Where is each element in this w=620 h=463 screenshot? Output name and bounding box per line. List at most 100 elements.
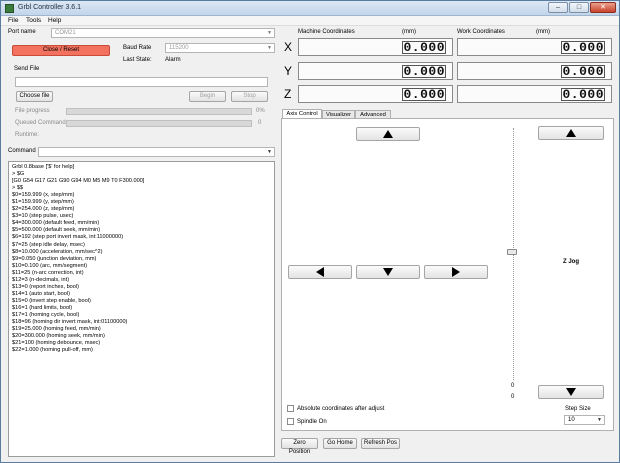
stop-button[interactable]: Stop bbox=[231, 91, 268, 102]
port-name-select[interactable]: COM21 ▼ bbox=[51, 28, 275, 38]
console-line: $8=10.000 (acceleration, mm/sec^2) bbox=[12, 248, 103, 255]
menu-help[interactable]: Help bbox=[48, 17, 61, 24]
machine-x-display: 0.000 bbox=[298, 38, 453, 56]
arrow-up-icon bbox=[383, 130, 393, 138]
console-line: $21=100 (homing debounce, msec) bbox=[12, 340, 101, 347]
absolute-coords-label: Absolute coordinates after adjust bbox=[297, 406, 385, 412]
work-x-display: 0.000 bbox=[457, 38, 612, 56]
window-title: Grbl Controller 3.6.1 bbox=[18, 4, 82, 11]
close-reset-button[interactable]: Close / Reset bbox=[12, 45, 110, 56]
step-size-select[interactable]: 10 ▼ bbox=[564, 415, 605, 425]
machine-z-value: 0.000 bbox=[402, 87, 446, 102]
file-path-input[interactable] bbox=[15, 77, 268, 87]
machine-unit-label: (mm) bbox=[402, 29, 416, 35]
console-line: $4=300.000 (default feed, mm/min) bbox=[12, 220, 100, 227]
main-window: Grbl Controller 3.6.1 – □ ✕ File Tools H… bbox=[0, 0, 620, 463]
arrow-down-icon bbox=[383, 268, 393, 276]
baud-rate-select[interactable]: 115200 ▼ bbox=[165, 43, 275, 53]
work-x-value: 0.000 bbox=[561, 40, 605, 55]
minimize-button[interactable]: – bbox=[548, 2, 568, 13]
z-jog-label: Z Jog bbox=[563, 259, 579, 265]
machine-z-display: 0.000 bbox=[298, 85, 453, 103]
console-line: > $G bbox=[12, 171, 25, 178]
zero-position-button[interactable]: Zero Position bbox=[281, 438, 318, 455]
chevron-down-icon: ▼ bbox=[267, 149, 272, 155]
console-line: $16=1 (hard limits, bool) bbox=[12, 304, 73, 311]
absolute-coords-checkbox[interactable] bbox=[287, 405, 294, 412]
spindle-on-label: Spindle On bbox=[297, 419, 327, 425]
console-line: $17=1 (homing cycle, bool) bbox=[12, 311, 80, 318]
menu-file[interactable]: File bbox=[8, 17, 18, 24]
close-window-button[interactable]: ✕ bbox=[590, 2, 616, 13]
console-line: $1=159.999 (y, step/mm) bbox=[12, 199, 74, 206]
menu-bar: File Tools Help bbox=[1, 16, 619, 26]
runtime-label: Runtime: bbox=[15, 132, 40, 138]
menu-tools[interactable]: Tools bbox=[26, 17, 41, 24]
work-y-value: 0.000 bbox=[561, 64, 605, 79]
console-line: $22=1.000 (homing pull-off, mm) bbox=[12, 347, 93, 354]
console-line: $15=0 (invert step enable, bool) bbox=[12, 297, 91, 304]
console-line: $12=3 (n-decimals, int) bbox=[12, 276, 70, 283]
console-line: $5=500.000 (default seek, mm/min) bbox=[12, 227, 101, 234]
jog-z-minus-button[interactable] bbox=[538, 385, 604, 399]
work-z-value: 0.000 bbox=[561, 87, 605, 102]
axis-label-z: Z bbox=[284, 87, 292, 101]
machine-y-display: 0.000 bbox=[298, 62, 453, 80]
chevron-down-icon: ▼ bbox=[597, 417, 602, 423]
jog-x-minus-button[interactable] bbox=[288, 265, 352, 279]
arrow-down-icon bbox=[566, 388, 576, 396]
jog-y-minus-button[interactable] bbox=[356, 265, 420, 279]
console-line: $3=10 (step pulse, usec) bbox=[12, 213, 74, 220]
console-line: $20=300.000 (homing seek, mm/min) bbox=[12, 333, 105, 340]
file-progress-label: File progress bbox=[15, 108, 50, 114]
command-input[interactable]: ▼ bbox=[38, 147, 275, 157]
machine-y-value: 0.000 bbox=[402, 64, 446, 79]
jog-z-plus-button[interactable] bbox=[538, 126, 604, 140]
machine-coordinates-label: Machine Coordinates bbox=[298, 29, 355, 35]
console-line: [G0 G54 G17 G21 G90 G94 M0 M5 M9 T0 F300… bbox=[12, 178, 145, 185]
chevron-down-icon: ▼ bbox=[267, 30, 272, 36]
console-line: $9=0.050 (junction deviation, mm) bbox=[12, 255, 97, 262]
last-state-label: Last State: bbox=[123, 57, 152, 63]
baud-rate-value: 115200 bbox=[169, 45, 189, 51]
app-icon bbox=[5, 4, 14, 13]
spindle-on-checkbox[interactable] bbox=[287, 418, 294, 425]
refresh-pos-button[interactable]: Refresh Pos bbox=[361, 438, 400, 449]
work-coordinates-label: Work Coordinates bbox=[457, 29, 505, 35]
machine-x-value: 0.000 bbox=[402, 40, 446, 55]
send-file-label: Send File bbox=[14, 66, 40, 72]
work-z-display: 0.000 bbox=[457, 85, 612, 103]
command-label: Command bbox=[8, 148, 36, 154]
axis-label-x: X bbox=[284, 40, 293, 54]
console-output[interactable]: Grbl 0.8base ['$' for help] > $G [G0 G54 G… bbox=[8, 161, 275, 457]
file-progress-bar bbox=[66, 108, 252, 115]
console-line: $14=1 (auto start, bool) bbox=[12, 290, 70, 297]
axis-label-y: Y bbox=[284, 64, 293, 78]
maximize-button[interactable]: □ bbox=[569, 2, 589, 13]
step-size-value: 10 bbox=[568, 417, 575, 423]
last-state-value: Alarm bbox=[165, 57, 181, 63]
console-line: $13=0 (report inches, bool) bbox=[12, 283, 80, 290]
console-line: $11=25 (n-arc correction, int) bbox=[12, 269, 84, 276]
slider-max-label: 0 bbox=[511, 383, 515, 389]
console-line: > $$ bbox=[12, 185, 24, 192]
go-home-button[interactable]: Go Home bbox=[323, 438, 357, 449]
arrow-up-icon bbox=[566, 129, 576, 137]
port-name-label: Port name bbox=[8, 29, 36, 35]
arrow-left-icon bbox=[316, 267, 324, 277]
title-bar: Grbl Controller 3.6.1 – □ ✕ bbox=[1, 1, 619, 16]
queued-commands-label: Queued Commands bbox=[15, 120, 69, 126]
arrow-right-icon bbox=[452, 267, 460, 277]
jog-x-plus-button[interactable] bbox=[424, 265, 488, 279]
console-line: $18=96 (homing dir invert mask, int:0110… bbox=[12, 319, 128, 326]
choose-file-button[interactable]: Choose file bbox=[16, 91, 53, 102]
console-line: $0=159.999 (x, step/mm) bbox=[12, 192, 75, 199]
jog-y-plus-button[interactable] bbox=[356, 127, 420, 141]
slider-min-label: 0 bbox=[511, 394, 515, 400]
feed-slider-handle[interactable] bbox=[507, 249, 517, 255]
console-line: Grbl 0.8base ['$' for help] bbox=[12, 164, 75, 170]
work-unit-label: (mm) bbox=[536, 29, 550, 35]
chevron-down-icon: ▼ bbox=[267, 45, 272, 51]
begin-button[interactable]: Begin bbox=[189, 91, 226, 102]
work-y-display: 0.000 bbox=[457, 62, 612, 80]
